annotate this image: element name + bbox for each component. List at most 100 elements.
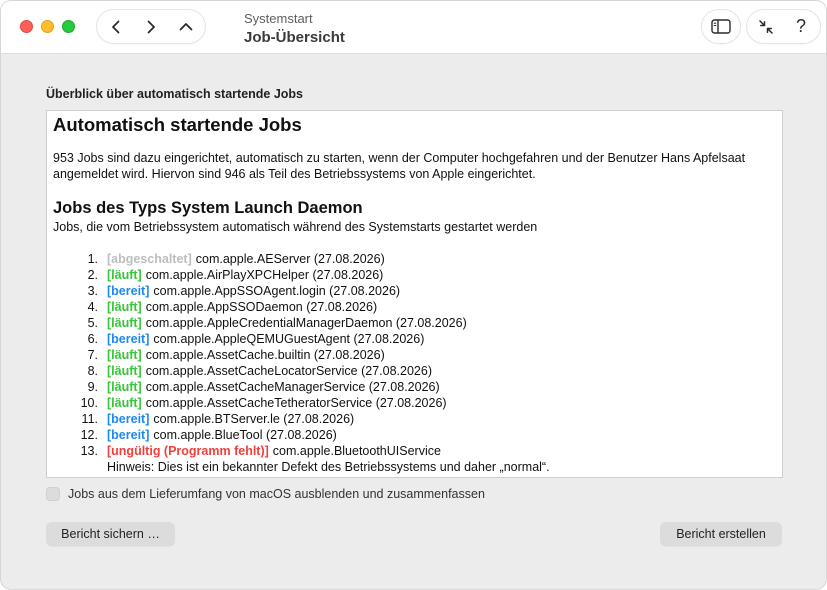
- job-status-badge: [läuft]: [107, 364, 142, 378]
- save-report-button[interactable]: Bericht sichern …: [46, 522, 175, 546]
- job-name: com.apple.AppleCredentialManagerDaemon (…: [145, 316, 467, 330]
- list-item: 1. [abgeschaltet] com.apple.AEServer (27.0…: [53, 251, 776, 267]
- job-name: com.apple.AirPlayXPCHelper (27.08.2026): [145, 268, 384, 282]
- chevron-right-icon: [147, 20, 155, 33]
- job-status-badge: [läuft]: [107, 300, 142, 314]
- hide-macos-jobs-checkbox[interactable]: [46, 487, 60, 501]
- list-item: 12. [bereit] com.apple.BlueTool (27.08.202…: [53, 427, 776, 443]
- job-name: com.apple.AssetCacheTetheratorService (2…: [145, 396, 447, 410]
- job-name: com.apple.BlueTool (27.08.2026): [153, 428, 337, 442]
- job-number: 4.: [87, 300, 98, 314]
- job-entry: [bereit] com.apple.AppleQEMUGuestAgent (2…: [107, 331, 424, 347]
- list-item: 9. [läuft] com.apple.AssetCacheManagerServ…: [53, 379, 776, 395]
- job-status-badge: [läuft]: [107, 348, 142, 362]
- job-name: com.apple.AppSSOAgent.login (27.08.2026): [153, 284, 401, 298]
- job-entry: [läuft] com.apple.AppleCredentialManagerD…: [107, 315, 467, 331]
- job-entry: [läuft] com.apple.AssetCacheTetheratorSer…: [107, 395, 447, 411]
- job-number: 12.: [80, 428, 98, 442]
- job-number: 5.: [87, 316, 98, 330]
- job-entry: [läuft] com.apple.AssetCacheManagerServic…: [107, 379, 440, 395]
- job-hint: Hinweis: Dies ist ein bekannter Defekt d…: [107, 460, 550, 474]
- sidebar-toggle-button[interactable]: [702, 10, 740, 43]
- window-title: Job-Übersicht: [244, 29, 345, 46]
- list-item: 5. [läuft] com.apple.AppleCredentialManage…: [53, 315, 776, 331]
- job-entry: [bereit] com.apple.AppSSOAgent.login (27.…: [107, 283, 400, 299]
- window-subtitle: Systemstart: [244, 11, 313, 26]
- job-status-badge: [bereit]: [107, 332, 150, 346]
- job-entry: [läuft] com.apple.AssetCacheLocatorServic…: [107, 363, 432, 379]
- up-button[interactable]: [169, 10, 203, 43]
- job-list: 1. [abgeschaltet] com.apple.AEServer (27.0…: [53, 251, 776, 459]
- job-name: com.apple.AppleQEMUGuestAgent (27.08.202…: [153, 332, 425, 346]
- job-entry: [läuft] com.apple.AssetCache.builtin (27.…: [107, 347, 385, 363]
- job-number: 2.: [87, 268, 98, 282]
- chevron-up-icon: [179, 22, 193, 30]
- job-number: 7.: [87, 348, 98, 362]
- list-item: 2. [läuft] com.apple.AirPlayXPCHelper (27.…: [53, 267, 776, 283]
- collapse-arrows-icon: [759, 19, 773, 34]
- navigation-group: [97, 10, 205, 43]
- job-entry: [läuft] com.apple.AppSSODaemon (27.08.202…: [107, 299, 377, 315]
- list-item: 13. [ungültig (Programm fehlt)] com.apple.…: [53, 443, 776, 459]
- zoom-window-button[interactable]: [62, 20, 75, 33]
- job-number: 3.: [87, 284, 98, 298]
- help-icon: ?: [795, 16, 806, 36]
- job-name: com.apple.AssetCache.builtin (27.08.2026…: [145, 348, 385, 362]
- report-summary: 953 Jobs sind dazu eingerichtet, automat…: [53, 151, 746, 181]
- window-titles: Systemstart Job-Übersicht: [244, 11, 345, 48]
- job-status-badge: [bereit]: [107, 428, 150, 442]
- list-item: 4. [läuft] com.apple.AppSSODaemon (27.08.2…: [53, 299, 776, 315]
- job-entry: [läuft] com.apple.AirPlayXPCHelper (27.08…: [107, 267, 383, 283]
- back-button[interactable]: [99, 10, 133, 43]
- job-name: com.apple.AppSSODaemon (27.08.2026): [145, 300, 378, 314]
- section-label: Überblick über automatisch startende Job…: [46, 87, 304, 101]
- job-status-badge: [läuft]: [107, 396, 142, 410]
- list-item: 6. [bereit] com.apple.AppleQEMUGuestAgent …: [53, 331, 776, 347]
- list-item: 11. [bereit] com.apple.BTServer.le (27.08.…: [53, 411, 776, 427]
- job-status-badge: [läuft]: [107, 268, 142, 282]
- job-entry: [abgeschaltet] com.apple.AEServer (27.08.…: [107, 251, 385, 267]
- job-entry: [ungültig (Programm fehlt)] com.apple.Blu…: [107, 443, 441, 459]
- list-item: 10. [läuft] com.apple.AssetCacheTetherator…: [53, 395, 776, 411]
- close-window-button[interactable]: [20, 20, 33, 33]
- job-entry: [bereit] com.apple.BlueTool (27.08.2026): [107, 427, 337, 443]
- minimize-window-button[interactable]: [41, 20, 54, 33]
- report-subheading-description: Jobs, die vom Betriebssystem automatisch…: [53, 220, 538, 234]
- hide-macos-jobs-label[interactable]: Jobs aus dem Lieferumfang von macOS ausb…: [68, 487, 485, 501]
- job-name: com.apple.BluetoothUIService: [272, 444, 441, 458]
- toolbar-right-group: ?: [747, 10, 820, 43]
- list-item: 8. [läuft] com.apple.AssetCacheLocatorServ…: [53, 363, 776, 379]
- list-item: 3. [bereit] com.apple.AppSSOAgent.login (2…: [53, 283, 776, 299]
- job-number: 10.: [80, 396, 98, 410]
- create-report-button[interactable]: Bericht erstellen: [660, 522, 782, 546]
- job-status-badge: [abgeschaltet]: [107, 252, 192, 266]
- job-name: com.apple.BTServer.le (27.08.2026): [153, 412, 355, 426]
- chevron-left-icon: [112, 20, 120, 33]
- forward-button[interactable]: [134, 10, 168, 43]
- job-status-badge: [läuft]: [107, 316, 142, 330]
- help-button[interactable]: ?: [783, 10, 819, 43]
- job-number: 9.: [87, 380, 98, 394]
- app-window: Systemstart Job-Übersicht ? Überblick üb…: [0, 0, 827, 590]
- job-entry: [bereit] com.apple.BTServer.le (27.08.202…: [107, 411, 354, 427]
- hide-macos-jobs-row: Jobs aus dem Lieferumfang von macOS ausb…: [46, 487, 485, 501]
- report-view[interactable]: Automatisch startende Jobs 953 Jobs sind…: [46, 110, 783, 478]
- job-number: 8.: [87, 364, 98, 378]
- job-number: 11.: [81, 412, 98, 426]
- job-status-badge: [bereit]: [107, 284, 150, 298]
- list-item: 7. [läuft] com.apple.AssetCache.builtin (2…: [53, 347, 776, 363]
- job-number: 1.: [87, 252, 98, 266]
- job-status-badge: [ungültig (Programm fehlt)]: [107, 444, 269, 458]
- title-bar: Systemstart Job-Übersicht ?: [1, 1, 826, 54]
- sidebar-icon: [711, 19, 731, 34]
- job-number: 13.: [80, 444, 98, 458]
- collapse-button[interactable]: [748, 10, 784, 43]
- job-name: com.apple.AEServer (27.08.2026): [195, 252, 385, 266]
- job-name: com.apple.AssetCacheLocatorService (27.0…: [145, 364, 432, 378]
- job-status-badge: [bereit]: [107, 412, 150, 426]
- report-heading: Automatisch startende Jobs: [53, 114, 302, 135]
- job-number: 6.: [87, 332, 98, 346]
- job-status-badge: [läuft]: [107, 380, 142, 394]
- job-name: com.apple.AssetCacheManagerService (27.0…: [145, 380, 440, 394]
- report-subheading: Jobs des Typs System Launch Daemon: [53, 199, 363, 217]
